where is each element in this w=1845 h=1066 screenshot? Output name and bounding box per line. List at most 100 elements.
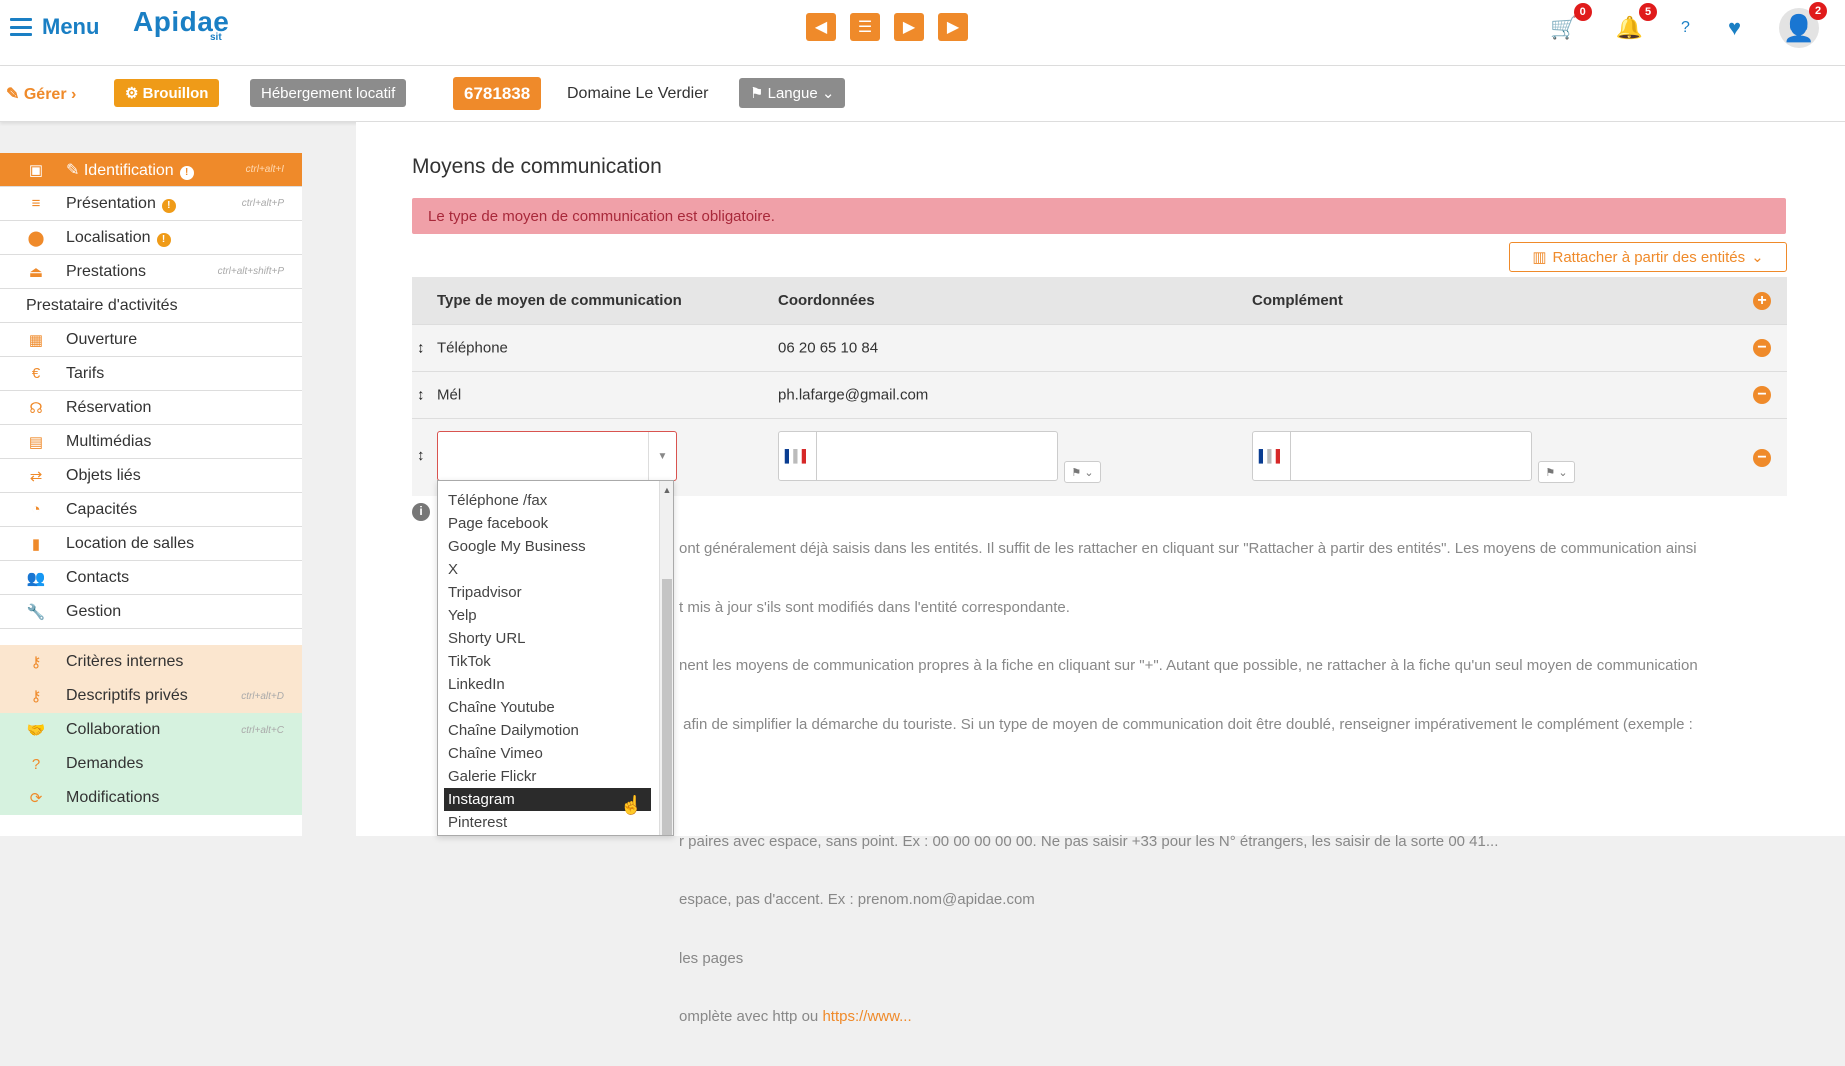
- remove-row-button[interactable]: −: [1753, 449, 1771, 467]
- info-icon: i: [412, 503, 430, 521]
- dropdown-list: Téléphone /fax Page facebook Google My Bus…: [438, 489, 673, 834]
- dropdown-option[interactable]: Google My Business: [438, 535, 653, 558]
- sidebar-item-label: Demandes: [66, 755, 144, 772]
- sidebar-item-identification[interactable]: ▣ ✎ Identification! ctrl+alt+I: [0, 153, 302, 187]
- bell-service-icon: ⏏: [28, 263, 44, 281]
- help-line: nent les moyens de communication propres…: [679, 657, 1698, 674]
- scrollbar-thumb[interactable]: [662, 579, 672, 835]
- attach-from-entities-button[interactable]: ▥ Rattacher à partir des entités ⌄: [1509, 242, 1787, 272]
- table-header: Type de moyen de communication Coordonné…: [412, 277, 1787, 324]
- dropdown-option[interactable]: Tripadvisor: [438, 581, 653, 604]
- sidebar-item-criteres-internes[interactable]: ⚷ Critères internes: [0, 645, 302, 679]
- sidebar-item-reservation[interactable]: ☊ Réservation: [0, 391, 302, 425]
- language-dropdown[interactable]: ⚑ Langue ⌄: [739, 78, 846, 108]
- coord-input[interactable]: [817, 432, 1057, 480]
- hamburger-icon: [10, 18, 32, 36]
- avatar-badge: 2: [1809, 2, 1827, 20]
- sidebar-item-label: Gestion: [66, 602, 122, 620]
- sidebar-item-gestion[interactable]: 🔧 Gestion: [0, 595, 302, 629]
- shortcut-label: ctrl+alt+shift+P: [217, 266, 284, 277]
- dropdown-scrollbar[interactable]: ▲: [659, 481, 673, 835]
- heart-icon[interactable]: ♥: [1728, 15, 1741, 41]
- drag-handle-icon[interactable]: ↕: [417, 387, 425, 404]
- sidebar-item-label: Critères internes: [66, 653, 184, 670]
- key-icon: ⚷: [30, 654, 42, 671]
- drag-handle-icon[interactable]: ↕: [417, 340, 425, 357]
- dropdown-option[interactable]: Chaîne Vimeo: [438, 742, 653, 765]
- sidebar-item-label: Localisation!: [66, 229, 171, 247]
- help-line: t mis à jour s'ils sont modifiés dans l'…: [679, 598, 1070, 616]
- sidebar-item-modifications[interactable]: ⟳ Modifications: [0, 781, 302, 815]
- question-icon: ?: [31, 755, 41, 773]
- help-line: ont généralement déjà saisis dans les en…: [679, 540, 1697, 557]
- menu-button[interactable]: Menu: [10, 14, 99, 40]
- manage-label: Gérer: [23, 86, 67, 103]
- bell-icon[interactable]: 🔔 5: [1616, 3, 1658, 41]
- key-icon: ⚷: [30, 688, 42, 705]
- manage-button[interactable]: ✎ Gérer ›: [6, 84, 76, 104]
- dropdown-option[interactable]: LinkedIn: [438, 673, 653, 696]
- scroll-up-icon[interactable]: ▲: [660, 485, 673, 495]
- sidebar-item-collaboration[interactable]: 🤝 Collaboration ctrl+alt+C: [0, 713, 302, 747]
- dropdown-option[interactable]: Téléphone /fax: [438, 489, 653, 512]
- sidebar-item-label: ✎ Identification!: [66, 160, 194, 180]
- bookmark-icon: ▮: [31, 535, 41, 553]
- remove-row-button[interactable]: −: [1753, 339, 1771, 357]
- dropdown-option[interactable]: Page facebook: [438, 512, 653, 535]
- headset-icon: ☊: [29, 399, 43, 417]
- next-icon[interactable]: ▶: [894, 13, 924, 41]
- add-row-button[interactable]: +: [1753, 291, 1771, 310]
- language-label: Langue: [767, 84, 818, 102]
- sidebar-item-demandes[interactable]: ? Demandes: [0, 747, 302, 781]
- dropdown-option[interactable]: TikTok: [438, 650, 653, 673]
- record-id-badge: 6781838: [453, 77, 542, 110]
- avatar[interactable]: 👤 2: [1779, 2, 1827, 48]
- row-type: Téléphone: [437, 339, 508, 357]
- list-icon[interactable]: ☰: [850, 13, 880, 41]
- complement-input[interactable]: [1291, 432, 1531, 480]
- dropdown-option[interactable]: Shorty URL: [438, 627, 653, 650]
- sidebar-item-multimedias[interactable]: ▤ Multimédias: [0, 425, 302, 459]
- help-line: espace, pas d'accent. Ex : prenom.nom@ap…: [679, 891, 1035, 908]
- coord-language-button[interactable]: ⚑ ⌄: [1064, 461, 1101, 483]
- complement-field: ▌ ▌ ▌: [1252, 431, 1532, 481]
- sidebar-item-objets-lies[interactable]: ⇄ Objets liés: [0, 459, 302, 493]
- chevron-down-icon: ⌄: [1751, 249, 1764, 266]
- shortcut-label: ctrl+alt+C: [241, 724, 284, 736]
- dropdown-option[interactable]: Yelp: [438, 604, 653, 627]
- type-select[interactable]: ▼: [437, 431, 677, 481]
- sidebar-item-label: Présentation!: [66, 195, 176, 213]
- wrench-icon: 🔧: [26, 603, 46, 621]
- drag-handle-icon[interactable]: ↕: [417, 447, 425, 464]
- help-link[interactable]: https://www...: [822, 1008, 911, 1025]
- type-select-dropdown: Téléphone /fax Page facebook Google My Bus…: [437, 480, 674, 836]
- sidebar-item-location-salles[interactable]: ▮ Location de salles: [0, 527, 302, 561]
- sidebar-item-text: Identification: [83, 161, 174, 179]
- dropdown-option[interactable]: Chaîne Youtube: [438, 696, 653, 719]
- complement-language-button[interactable]: ⚑ ⌄: [1538, 461, 1575, 483]
- sidebar-item-ouverture[interactable]: ▦ Ouverture: [0, 323, 302, 357]
- table-row: ↕ Téléphone 06 20 65 10 84 −: [412, 324, 1787, 371]
- images-icon: ▤: [28, 433, 44, 451]
- help-icon[interactable]: ?: [1681, 19, 1690, 37]
- dropdown-option[interactable]: X: [438, 558, 653, 581]
- sidebar-item-contacts[interactable]: 👥 Contacts: [0, 561, 302, 595]
- sidebar-section-label[interactable]: Prestataire d'activités: [0, 289, 302, 323]
- select-arrow-icon: ▼: [648, 432, 676, 480]
- gauge-icon: ◔: [31, 501, 41, 518]
- remove-row-button[interactable]: −: [1753, 386, 1771, 404]
- sidebar-item-capacites[interactable]: ◔ Capacités: [0, 493, 302, 527]
- dropdown-option[interactable]: Chaîne Dailymotion: [438, 719, 653, 742]
- sidebar-item-tarifs[interactable]: € Tarifs: [0, 357, 302, 391]
- id-card-icon: ▣: [28, 161, 44, 179]
- sidebar-item-localisation[interactable]: ⬤ Localisation!: [0, 221, 302, 255]
- sidebar: ▣ ✎ Identification! ctrl+alt+I ≡ Présent…: [0, 153, 302, 836]
- cart-icon[interactable]: 🛒 0: [1550, 3, 1592, 41]
- play-icon[interactable]: ▶: [938, 13, 968, 41]
- sidebar-item-presentation[interactable]: ≡ Présentation! ctrl+alt+P: [0, 187, 302, 221]
- prev-icon[interactable]: ◀: [806, 13, 836, 41]
- sidebar-item-descriptifs-prives[interactable]: ⚷ Descriptifs privés ctrl+alt+D: [0, 679, 302, 713]
- dropdown-option[interactable]: Galerie Flickr: [438, 765, 653, 788]
- sidebar-item-prestations[interactable]: ⏏ Prestations ctrl+alt+shift+P: [0, 255, 302, 289]
